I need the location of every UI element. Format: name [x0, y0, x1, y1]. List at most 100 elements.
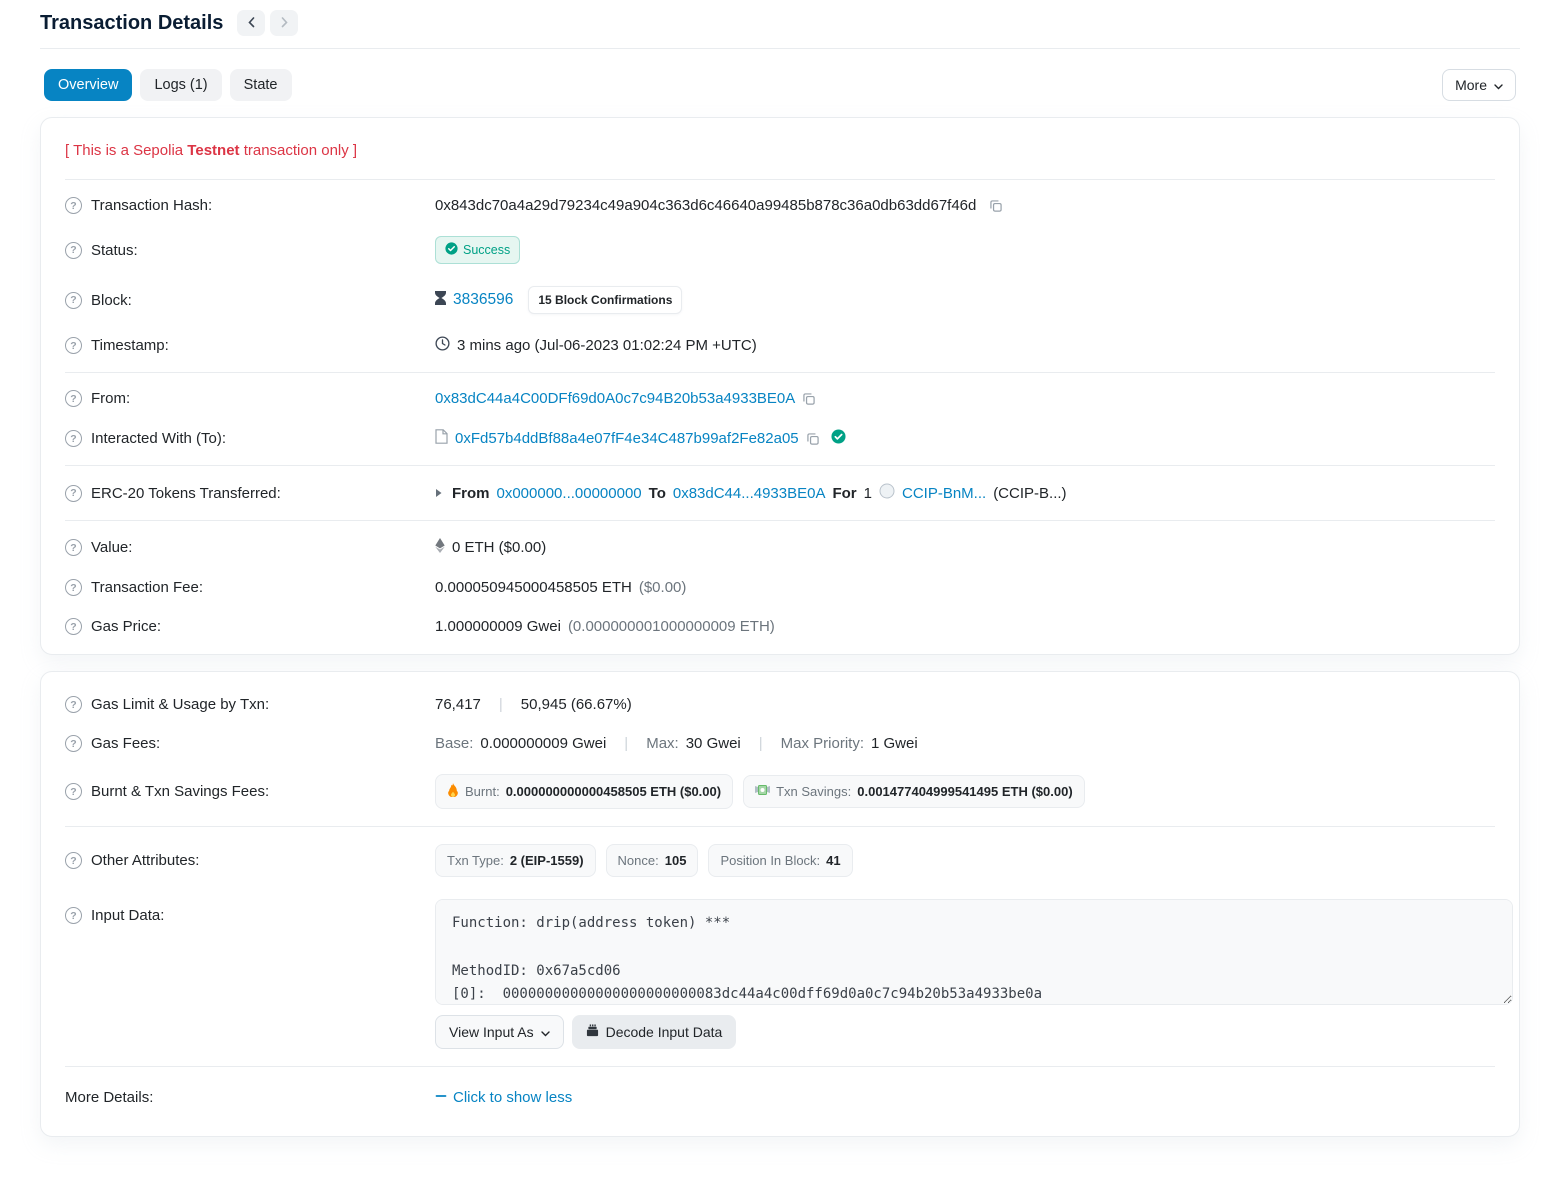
block-label: Block: [91, 292, 132, 309]
row-other-attributes: Other Attributes: Txn Type: 2 (EIP-1559)… [65, 833, 1495, 888]
contract-file-icon [435, 429, 448, 448]
help-icon [65, 292, 82, 309]
show-less-link[interactable]: Click to show less [435, 1089, 572, 1106]
interacted-with-label: Interacted With (To): [91, 430, 226, 447]
erc20-from-address-link[interactable]: 0x000000...00000000 [497, 485, 642, 502]
help-icon [65, 783, 82, 800]
from-address-link[interactable]: 0x83dC44a4C00DFf69d0A0c7c94B20b53a4933BE… [435, 390, 795, 407]
erc20-from-word: From [452, 485, 490, 502]
help-icon [65, 696, 82, 713]
token-logo-icon [879, 483, 895, 503]
testnet-notice: [ This is a Sepolia Testnet transaction … [65, 126, 1495, 173]
erc20-label: ERC-20 Tokens Transferred: [91, 485, 281, 502]
help-icon [65, 579, 82, 596]
chevron-down-icon [541, 1024, 550, 1040]
txn-type-badge: Txn Type: 2 (EIP-1559) [435, 844, 596, 877]
nonce-badge: Nonce: 105 [606, 844, 699, 877]
from-label: From: [91, 390, 130, 407]
row-erc20-transfers: ERC-20 Tokens Transferred: From 0x000000… [65, 472, 1495, 514]
minus-icon [435, 1089, 447, 1106]
block-number-link[interactable]: 3836596 [453, 291, 513, 309]
verified-check-icon [831, 429, 846, 448]
page-header: Transaction Details [40, 0, 1520, 49]
erc20-amount: 1 [864, 485, 872, 502]
row-input-data: Input Data: Function: drip(address token… [65, 888, 1495, 1060]
row-gas-limit: Gas Limit & Usage by Txn: 76,417 | 50,94… [65, 680, 1495, 724]
help-icon [65, 618, 82, 635]
gas-limit-label: Gas Limit & Usage by Txn: [91, 696, 269, 713]
transaction-hash-value: 0x843dc70a4a29d79234c49a904c363d6c46640a… [435, 197, 976, 214]
help-icon [65, 390, 82, 407]
erc20-for-word: For [832, 485, 856, 502]
gas-price-value: 1.000000009 Gwei [435, 618, 561, 635]
burnt-savings-label: Burnt & Txn Savings Fees: [91, 783, 269, 800]
other-attributes-label: Other Attributes: [91, 852, 199, 869]
copy-icon[interactable] [802, 392, 816, 406]
testnet-notice-bold: Testnet [187, 142, 239, 159]
status-text: Success [463, 243, 510, 257]
transaction-fee-label: Transaction Fee: [91, 579, 203, 596]
eth-icon [435, 538, 445, 557]
position-in-block-value: 41 [826, 853, 840, 868]
testnet-notice-prefix: [ This is a Sepolia [65, 142, 187, 159]
max-priority-label: Max Priority: [781, 735, 864, 752]
copy-icon[interactable] [989, 199, 1003, 213]
page-title: Transaction Details [40, 12, 223, 35]
row-value: Value: 0 ETH ($0.00) [65, 527, 1495, 568]
txn-type-label: Txn Type: [447, 853, 504, 868]
next-transaction-button[interactable] [270, 10, 298, 36]
nonce-value: 105 [665, 853, 687, 868]
row-status: Status: Success [65, 225, 1495, 275]
chevron-right-icon [281, 16, 288, 31]
chevron-down-icon [1494, 77, 1503, 93]
row-transaction-hash: Transaction Hash: 0x843dc70a4a29d79234c4… [65, 186, 1495, 225]
more-details-label: More Details: [65, 1089, 153, 1106]
flame-icon [447, 783, 459, 800]
nonce-label: Nonce: [618, 853, 659, 868]
help-icon [65, 907, 82, 924]
help-icon [65, 735, 82, 752]
view-input-as-button[interactable]: View Input As [435, 1015, 564, 1049]
row-block: Block: 3836596 15 Block Confirmations [65, 275, 1495, 325]
help-icon [65, 197, 82, 214]
tab-logs[interactable]: Logs (1) [140, 69, 221, 101]
gas-fees-label: Gas Fees: [91, 735, 160, 752]
input-data-textarea[interactable]: Function: drip(address token) *** Method… [435, 899, 1513, 1005]
decode-input-data-button[interactable]: Decode Input Data [572, 1015, 737, 1049]
position-in-block-badge: Position In Block: 41 [708, 844, 852, 877]
transaction-fee-value: 0.000050945000458505 ETH [435, 579, 632, 596]
money-wings-icon [755, 784, 770, 799]
erc20-to-address-link[interactable]: 0x83dC44...4933BE0A [673, 485, 826, 502]
previous-transaction-button[interactable] [237, 10, 265, 36]
decode-input-data-label: Decode Input Data [606, 1024, 723, 1040]
row-gas-price: Gas Price: 1.000000009 Gwei (0.000000001… [65, 607, 1495, 646]
more-button[interactable]: More [1442, 69, 1516, 101]
erc20-token-link[interactable]: CCIP-BnM... [902, 485, 986, 502]
timestamp-value: 3 mins ago (Jul-06-2023 01:02:24 PM +UTC… [457, 337, 757, 354]
help-icon [65, 485, 82, 502]
block-confirmations-badge: 15 Block Confirmations [528, 286, 682, 314]
max-priority-value: 1 Gwei [871, 735, 918, 752]
base-fee-label: Base: [435, 735, 473, 752]
row-more-details: More Details: Click to show less [65, 1073, 1495, 1128]
value-label: Value: [91, 539, 132, 556]
max-fee-value: 30 Gwei [686, 735, 741, 752]
divider [65, 179, 1495, 180]
tab-state[interactable]: State [230, 69, 292, 101]
tab-overview[interactable]: Overview [44, 69, 132, 101]
divider [65, 826, 1495, 827]
caret-right-icon [435, 485, 443, 502]
max-fee-label: Max: [646, 735, 679, 752]
gas-limit-value: 76,417 [435, 696, 481, 713]
to-address-link[interactable]: 0xFd57b4ddBf88a4e07fF4e34C487b99af2Fe82a… [455, 430, 799, 447]
copy-icon[interactable] [806, 432, 820, 446]
transaction-details-page: Transaction Details Overview Logs (1) St… [0, 0, 1560, 1169]
transaction-hash-label: Transaction Hash: [91, 197, 212, 214]
divider [65, 372, 1495, 373]
row-gas-fees: Gas Fees: Base: 0.000000009 Gwei | Max: … [65, 724, 1495, 763]
row-from: From: 0x83dC44a4C00DFf69d0A0c7c94B20b53a… [65, 379, 1495, 418]
burnt-value: 0.000000000000458505 ETH ($0.00) [506, 784, 721, 799]
testnet-notice-suffix: transaction only ] [240, 142, 358, 159]
row-burnt-savings: Burnt & Txn Savings Fees: Burnt: 0.00000… [65, 763, 1495, 820]
view-input-as-label: View Input As [449, 1024, 534, 1040]
